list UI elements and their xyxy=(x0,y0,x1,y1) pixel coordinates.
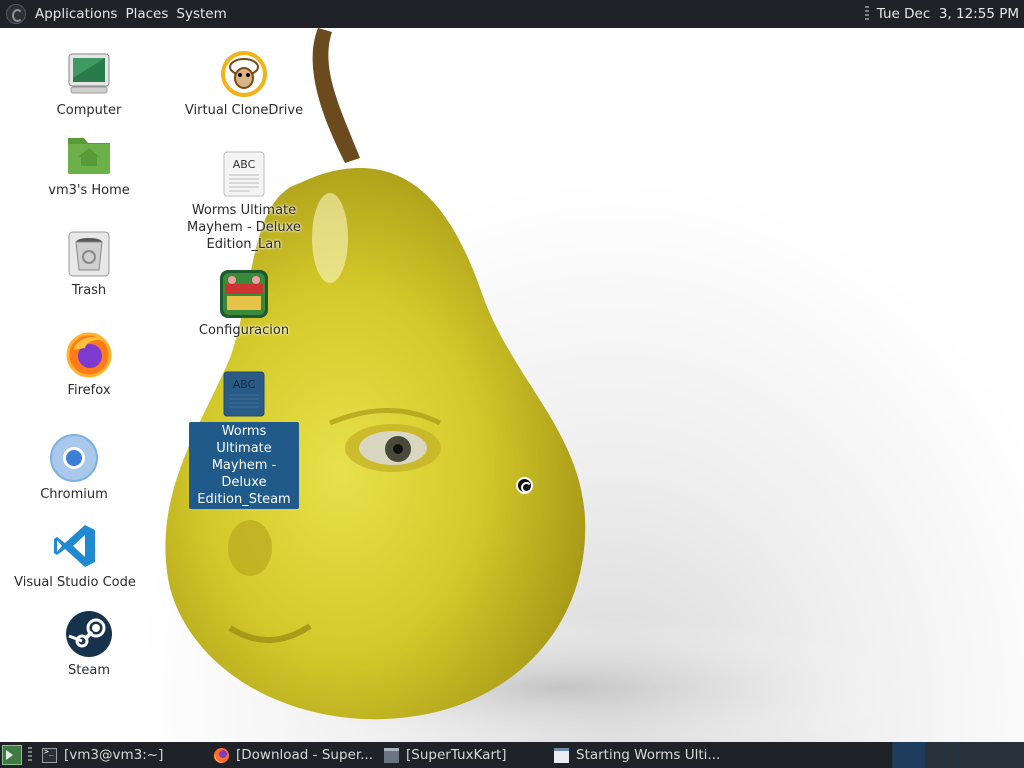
bottom-taskbar: [vm3@vm3:~] [Download - Super... [SuperT… xyxy=(0,742,1024,768)
menu-places[interactable]: Places xyxy=(121,0,172,28)
desktop-icon-worms-lan[interactable]: ABC Worms Ultimate Mayhem - Deluxe Editi… xyxy=(179,150,309,253)
top-panel: Applications Places System Tue Dec 3, 12… xyxy=(0,0,1024,28)
workspace-switcher xyxy=(892,742,1024,768)
workspace-2[interactable] xyxy=(925,742,958,768)
desktop-wallpaper[interactable]: Computer vm3's Home Trash Firefox Chromi… xyxy=(0,28,1024,742)
terminal-icon xyxy=(42,747,57,763)
taskbar-item-terminal[interactable]: [vm3@vm3:~] xyxy=(40,742,212,768)
desktop-icon-firefox[interactable]: Firefox xyxy=(24,330,154,399)
icon-label: Visual Studio Code xyxy=(14,575,136,590)
workspace-4[interactable] xyxy=(991,742,1024,768)
panel-separator xyxy=(864,6,869,22)
desktop-icon-computer[interactable]: Computer xyxy=(24,50,154,119)
icon-label: Worms Ultimate Mayhem - Deluxe Edition_S… xyxy=(189,422,299,509)
taskbar-item-worms[interactable]: Starting Worms Ulti... xyxy=(552,742,724,768)
firefox-icon xyxy=(214,747,229,763)
icon-label: Configuracion xyxy=(198,323,290,338)
taskbar-separator xyxy=(28,747,32,763)
chromium-icon xyxy=(50,434,98,482)
busy-cursor-icon xyxy=(516,477,533,494)
desktop-icon-steam[interactable]: Steam xyxy=(24,610,154,679)
desktop-icon-vscode[interactable]: Visual Studio Code xyxy=(10,522,140,591)
workspace-3[interactable] xyxy=(958,742,991,768)
task-label: Starting Worms Ulti... xyxy=(576,747,721,763)
icon-label: Firefox xyxy=(67,383,111,398)
task-label: [vm3@vm3:~] xyxy=(64,747,164,763)
svg-text:ABC: ABC xyxy=(233,158,256,171)
taskbar-item-firefox[interactable]: [Download - Super... xyxy=(212,742,382,768)
vscode-icon xyxy=(51,522,99,570)
icon-label: Computer xyxy=(56,103,122,118)
taskbar-item-supertuxkart[interactable]: [SuperTuxKart] xyxy=(382,742,552,768)
workspace-1[interactable] xyxy=(892,742,925,768)
task-label: [SuperTuxKart] xyxy=(406,747,507,763)
trash-icon xyxy=(65,230,113,278)
desktop-icon-chromium[interactable]: Chromium xyxy=(9,434,139,503)
desktop-icon-trash[interactable]: Trash xyxy=(24,230,154,299)
icon-label: Worms Ultimate Mayhem - Deluxe Edition_L… xyxy=(187,203,301,252)
clock[interactable]: Tue Dec 3, 12:55 PM xyxy=(877,6,1019,22)
steam-icon xyxy=(65,610,113,658)
distro-logo-icon[interactable] xyxy=(6,4,26,24)
desktop-icon-worms-steam[interactable]: ABC Worms Ultimate Mayhem - Deluxe Editi… xyxy=(179,370,309,509)
desktop-icon-configuracion[interactable]: Configuracion xyxy=(179,270,309,339)
text-file-icon: ABC xyxy=(220,370,268,418)
window-icon xyxy=(384,747,399,763)
icon-label: Virtual CloneDrive xyxy=(184,103,304,118)
worms-game-icon xyxy=(220,270,268,318)
icon-label: Chromium xyxy=(40,487,108,502)
icon-label: Trash xyxy=(71,283,107,298)
icon-label: vm3's Home xyxy=(48,183,130,198)
show-desktop-button[interactable] xyxy=(2,745,22,765)
sheep-icon xyxy=(220,50,268,98)
desktop-icon-virtual-clonedrive[interactable]: Virtual CloneDrive xyxy=(179,50,309,119)
task-label: [Download - Super... xyxy=(236,747,374,763)
document-icon xyxy=(554,747,569,763)
svg-text:ABC: ABC xyxy=(233,378,256,391)
desktop-icon-home[interactable]: vm3's Home xyxy=(24,130,154,199)
computer-icon xyxy=(65,50,113,98)
menu-applications[interactable]: Applications xyxy=(31,0,121,28)
menu-system[interactable]: System xyxy=(172,0,230,28)
text-file-icon: ABC xyxy=(220,150,268,198)
icon-label: Steam xyxy=(68,663,110,678)
firefox-icon xyxy=(65,330,113,378)
home-folder-icon xyxy=(65,130,113,178)
